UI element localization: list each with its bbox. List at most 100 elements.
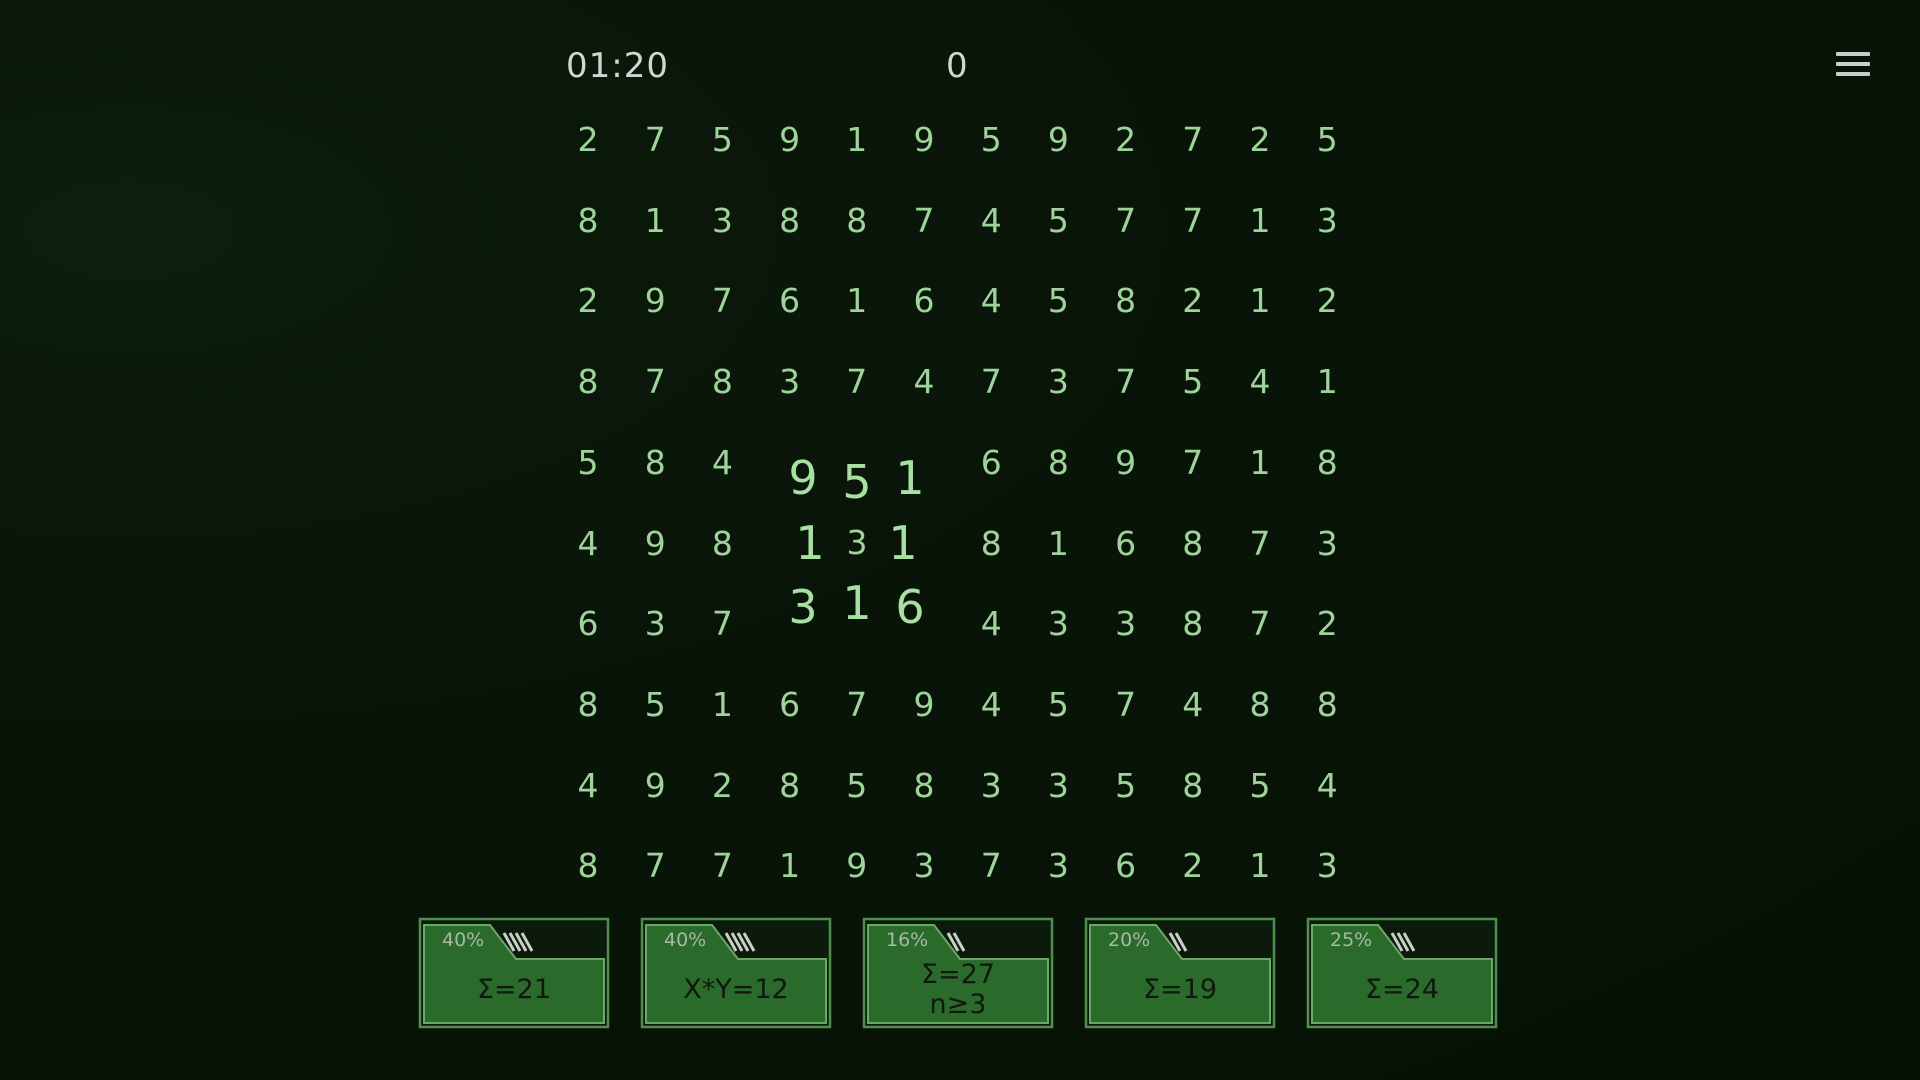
grid-cell[interactable]: 8	[1028, 433, 1088, 493]
grid-cell[interactable]: 8	[1163, 756, 1223, 816]
grid-cell[interactable]: 2	[1230, 110, 1290, 170]
grid-cell[interactable]: 4	[961, 594, 1021, 654]
grid-cell[interactable]: 4	[1163, 675, 1223, 735]
folder-bin[interactable]: 40% X*Y=12	[640, 917, 832, 1029]
grid-cell[interactable]: 3	[894, 836, 954, 896]
grid-cell[interactable]: 9	[625, 756, 685, 816]
grid-cell[interactable]: 9	[1096, 433, 1156, 493]
grid-cell[interactable]: 3	[773, 577, 833, 637]
grid-cell[interactable]: 9	[827, 836, 887, 896]
grid-cell[interactable]: 2	[558, 271, 618, 331]
grid-cell[interactable]: 4	[961, 675, 1021, 735]
grid-cell[interactable]: 3	[961, 756, 1021, 816]
grid-cell[interactable]: 7	[961, 836, 1021, 896]
grid-cell[interactable]: 8	[961, 514, 1021, 574]
grid-cell[interactable]: 8	[1230, 675, 1290, 735]
grid-cell[interactable]: 9	[894, 110, 954, 170]
grid-cell[interactable]: 7	[625, 352, 685, 412]
grid-cell[interactable]: 3	[1028, 836, 1088, 896]
folder-bin[interactable]: 40% Σ=21	[418, 917, 610, 1029]
grid-cell[interactable]: 2	[1297, 271, 1357, 331]
grid-cell[interactable]: 9	[625, 514, 685, 574]
folder-bin[interactable]: 16% Σ=27 n≥3	[862, 917, 1054, 1029]
grid-cell[interactable]: 1	[827, 271, 887, 331]
grid-cell[interactable]: 8	[625, 433, 685, 493]
grid-cell[interactable]: 7	[692, 271, 752, 331]
grid-cell[interactable]: 5	[692, 110, 752, 170]
grid-cell[interactable]: 5	[827, 756, 887, 816]
grid-cell[interactable]: 2	[692, 756, 752, 816]
grid-cell[interactable]: 8	[558, 675, 618, 735]
grid-cell[interactable]: 5	[1096, 756, 1156, 816]
grid-cell[interactable]: 8	[1163, 514, 1223, 574]
grid-cell[interactable]: 8	[558, 836, 618, 896]
grid-cell[interactable]: 7	[625, 110, 685, 170]
grid-cell[interactable]: 6	[961, 433, 1021, 493]
grid-cell[interactable]: 8	[760, 191, 820, 251]
grid-cell[interactable]: 3	[1297, 514, 1357, 574]
grid-cell[interactable]: 8	[1096, 271, 1156, 331]
grid-cell[interactable]: 4	[558, 756, 618, 816]
grid-cell[interactable]: 4	[894, 352, 954, 412]
grid-cell[interactable]: 5	[1297, 110, 1357, 170]
grid-cell[interactable]: 9	[773, 448, 833, 508]
grid-cell[interactable]: 8	[1297, 675, 1357, 735]
grid-cell[interactable]: 1	[760, 836, 820, 896]
grid-cell[interactable]: 7	[1096, 352, 1156, 412]
grid-cell[interactable]: 1	[1230, 836, 1290, 896]
grid-cell[interactable]: 3	[1297, 836, 1357, 896]
grid-cell[interactable]: 6	[880, 577, 940, 637]
grid-cell[interactable]: 8	[1163, 594, 1223, 654]
grid-cell[interactable]: 7	[1163, 433, 1223, 493]
grid-cell[interactable]: 5	[558, 433, 618, 493]
grid-cell[interactable]: 1	[1230, 191, 1290, 251]
grid-cell[interactable]: 2	[1096, 110, 1156, 170]
grid-cell[interactable]: 8	[692, 352, 752, 412]
grid-cell[interactable]: 8	[827, 191, 887, 251]
grid-cell[interactable]: 7	[692, 594, 752, 654]
grid-cell[interactable]: 7	[1163, 191, 1223, 251]
grid-cell[interactable]: 7	[827, 352, 887, 412]
grid-cell[interactable]: 7	[894, 191, 954, 251]
grid-cell[interactable]: 7	[1230, 514, 1290, 574]
grid-cell[interactable]: 7	[961, 352, 1021, 412]
grid-cell[interactable]: 6	[1096, 514, 1156, 574]
grid-cell[interactable]: 7	[692, 836, 752, 896]
grid-cell[interactable]: 6	[894, 271, 954, 331]
grid-cell[interactable]: 3	[1028, 594, 1088, 654]
grid-cell[interactable]: 1	[873, 513, 933, 573]
folder-bin[interactable]: 20% Σ=19	[1084, 917, 1276, 1029]
grid-cell[interactable]: 1	[625, 191, 685, 251]
grid-cell[interactable]: 4	[692, 433, 752, 493]
grid-cell[interactable]: 6	[760, 675, 820, 735]
grid-cell[interactable]: 3	[1028, 756, 1088, 816]
grid-cell[interactable]: 1	[692, 675, 752, 735]
grid-cell[interactable]: 7	[1096, 191, 1156, 251]
grid-cell[interactable]: 9	[625, 271, 685, 331]
grid-cell[interactable]: 2	[1297, 594, 1357, 654]
grid-cell[interactable]: 4	[1230, 352, 1290, 412]
grid-cell[interactable]: 8	[558, 352, 618, 412]
grid-cell[interactable]: 4	[961, 271, 1021, 331]
grid-cell[interactable]: 6	[1096, 836, 1156, 896]
grid-cell[interactable]: 6	[760, 271, 820, 331]
grid-cell[interactable]: 1	[1297, 352, 1357, 412]
grid-cell[interactable]: 3	[1028, 352, 1088, 412]
grid-cell[interactable]: 5	[625, 675, 685, 735]
grid-cell[interactable]: 1	[1230, 271, 1290, 331]
grid-cell[interactable]: 9	[760, 110, 820, 170]
grid-cell[interactable]: 5	[827, 452, 887, 512]
grid-cell[interactable]: 7	[1096, 675, 1156, 735]
grid-cell[interactable]: 5	[961, 110, 1021, 170]
grid-cell[interactable]: 6	[558, 594, 618, 654]
grid-cell[interactable]: 3	[1096, 594, 1156, 654]
grid-cell[interactable]: 5	[1230, 756, 1290, 816]
grid-cell[interactable]: 3	[1297, 191, 1357, 251]
grid-cell[interactable]: 8	[1297, 433, 1357, 493]
folder-bin[interactable]: 25% Σ=24	[1306, 917, 1498, 1029]
grid-cell[interactable]: 9	[894, 675, 954, 735]
grid-cell[interactable]: 2	[558, 110, 618, 170]
grid-cell[interactable]: 7	[827, 675, 887, 735]
grid-cell[interactable]: 1	[1230, 433, 1290, 493]
grid-cell[interactable]: 8	[760, 756, 820, 816]
